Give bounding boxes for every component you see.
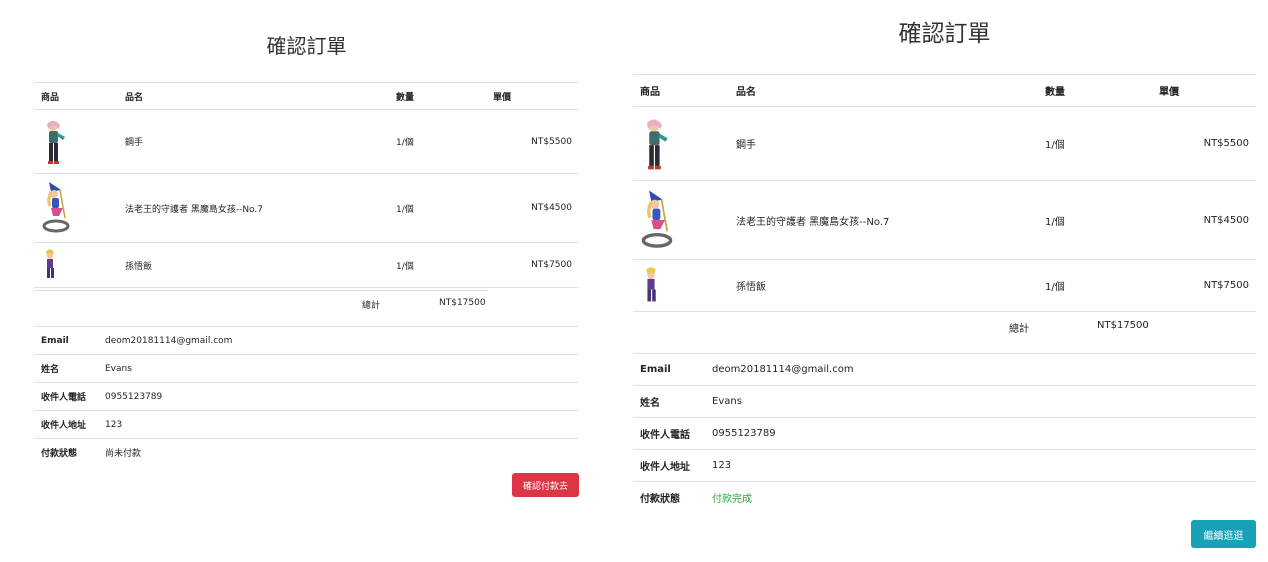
payment-status-value: 付款完成 (712, 494, 752, 505)
info-label: 姓名 (633, 385, 705, 418)
table-row: 法老王的守護者 黑魔島女孩--No.7 1/個 NT$4500 (34, 173, 579, 243)
info-row-address: 收件人地址 123 (34, 410, 579, 439)
figure-dark-magician-girl-image (641, 190, 673, 248)
total-value: NT$17500 (439, 298, 486, 308)
customer-info-table: Email deom20181114@gmail.com 姓名 Evans 收件… (633, 353, 1256, 513)
info-label: 姓名 (34, 354, 98, 383)
table-row: 法老王的守護者 黑魔島女孩--No.7 1/個 NT$4500 (633, 180, 1256, 260)
info-row-payment-status: 付款狀態 尚未付款 (34, 439, 579, 467)
info-value: Evans (705, 385, 1256, 418)
product-image-cell (633, 259, 729, 312)
product-price: NT$5500 (1152, 106, 1256, 181)
product-qty: 1/個 (389, 109, 486, 174)
product-qty: 1/個 (1038, 180, 1152, 260)
total-label: 總計 (362, 301, 381, 311)
table-header-row: 商品 品名 數量 單價 (34, 82, 579, 110)
info-row-name: 姓名 Evans (633, 385, 1256, 418)
total-value: NT$17500 (1097, 320, 1149, 331)
column-header-qty: 數量 (389, 82, 486, 110)
order-items-table: 商品 品名 數量 單價 鋼手 1/個 NT$5500 法老王的守護者 黑魔島女孩… (34, 82, 579, 288)
product-name: 鋼手 (729, 106, 1038, 181)
page-title: 確認訂單 (898, 21, 991, 47)
column-header-price: 單價 (486, 82, 579, 110)
info-label: 收件人電話 (34, 382, 98, 411)
info-value: 123 (705, 449, 1256, 482)
continue-shopping-button[interactable]: 繼續逛逛 (1191, 520, 1256, 548)
info-label: 付款狀態 (640, 494, 680, 505)
order-items-table: 商品 品名 數量 單價 鋼手 1/個 NT$5500 法老王的守護者 黑魔島女孩… (633, 74, 1256, 312)
info-label: Email (34, 326, 98, 355)
column-header-qty: 數量 (1038, 74, 1152, 107)
customer-info-table: Email deom20181114@gmail.com 姓名 Evans 收件… (34, 326, 579, 466)
info-label: 付款狀態 (41, 449, 78, 459)
info-value: 123 (98, 410, 579, 439)
product-image-cell (633, 106, 729, 181)
product-price: NT$7500 (486, 242, 579, 288)
product-name: 法老王的守護者 黑魔島女孩--No.7 (729, 180, 1038, 260)
page-title: 確認訂單 (266, 34, 347, 58)
column-header-name: 品名 (729, 74, 1038, 107)
info-label: 收件人地址 (633, 449, 705, 482)
info-row-email: Email deom20181114@gmail.com (633, 353, 1256, 386)
confirm-payment-button[interactable]: 確認付款去 (512, 473, 579, 497)
info-row-name: 姓名 Evans (34, 354, 579, 383)
column-header-product: 商品 (34, 82, 118, 110)
product-price: NT$5500 (486, 109, 579, 174)
product-qty: 1/個 (389, 242, 486, 288)
product-name: 鋼手 (118, 109, 389, 174)
figure-gohan-image (646, 266, 656, 301)
product-image-cell (34, 242, 118, 288)
info-row-payment-status: 付款狀態 付款完成 (633, 482, 1256, 514)
info-value: 0955123789 (98, 382, 579, 411)
figure-steel-hand-image (47, 120, 65, 164)
info-value: deom20181114@gmail.com (98, 326, 579, 355)
column-header-name: 品名 (118, 82, 389, 110)
product-name: 孫悟飯 (118, 242, 389, 288)
info-label: 收件人電話 (633, 417, 705, 450)
figure-steel-hand-image (646, 118, 668, 169)
figure-dark-magician-girl-image (42, 182, 70, 233)
info-label: 收件人地址 (34, 410, 98, 439)
payment-status-value: 尚未付款 (105, 449, 142, 459)
info-label: Email (633, 353, 705, 386)
figure-gohan-image (46, 249, 54, 278)
product-qty: 1/個 (389, 173, 486, 243)
total-divider (633, 311, 1151, 312)
table-row: 孫悟飯 1/個 NT$7500 (34, 242, 579, 288)
product-price: NT$4500 (486, 173, 579, 243)
table-header-row: 商品 品名 數量 單價 (633, 74, 1256, 107)
product-price: NT$4500 (1152, 180, 1256, 260)
product-image-cell (34, 173, 118, 243)
info-value: Evans (98, 354, 579, 383)
product-qty: 1/個 (1038, 259, 1152, 312)
table-row: 鋼手 1/個 NT$5500 (633, 106, 1256, 181)
product-price: NT$7500 (1152, 259, 1256, 312)
column-header-price: 單價 (1152, 74, 1256, 107)
info-row-phone: 收件人電話 0955123789 (633, 417, 1256, 450)
info-row-address: 收件人地址 123 (633, 449, 1256, 482)
product-qty: 1/個 (1038, 106, 1152, 181)
info-value: deom20181114@gmail.com (705, 353, 1256, 386)
table-row: 鋼手 1/個 NT$5500 (34, 109, 579, 174)
total-label: 總計 (1009, 324, 1029, 335)
info-value: 0955123789 (705, 417, 1256, 450)
product-image-cell (34, 109, 118, 174)
info-row-email: Email deom20181114@gmail.com (34, 326, 579, 355)
product-name: 法老王的守護者 黑魔島女孩--No.7 (118, 173, 389, 243)
info-row-phone: 收件人電話 0955123789 (34, 382, 579, 411)
product-name: 孫悟飯 (729, 259, 1038, 312)
table-row: 孫悟飯 1/個 NT$7500 (633, 259, 1256, 312)
product-image-cell (633, 180, 729, 260)
column-header-product: 商品 (633, 74, 729, 107)
total-divider (34, 290, 488, 291)
